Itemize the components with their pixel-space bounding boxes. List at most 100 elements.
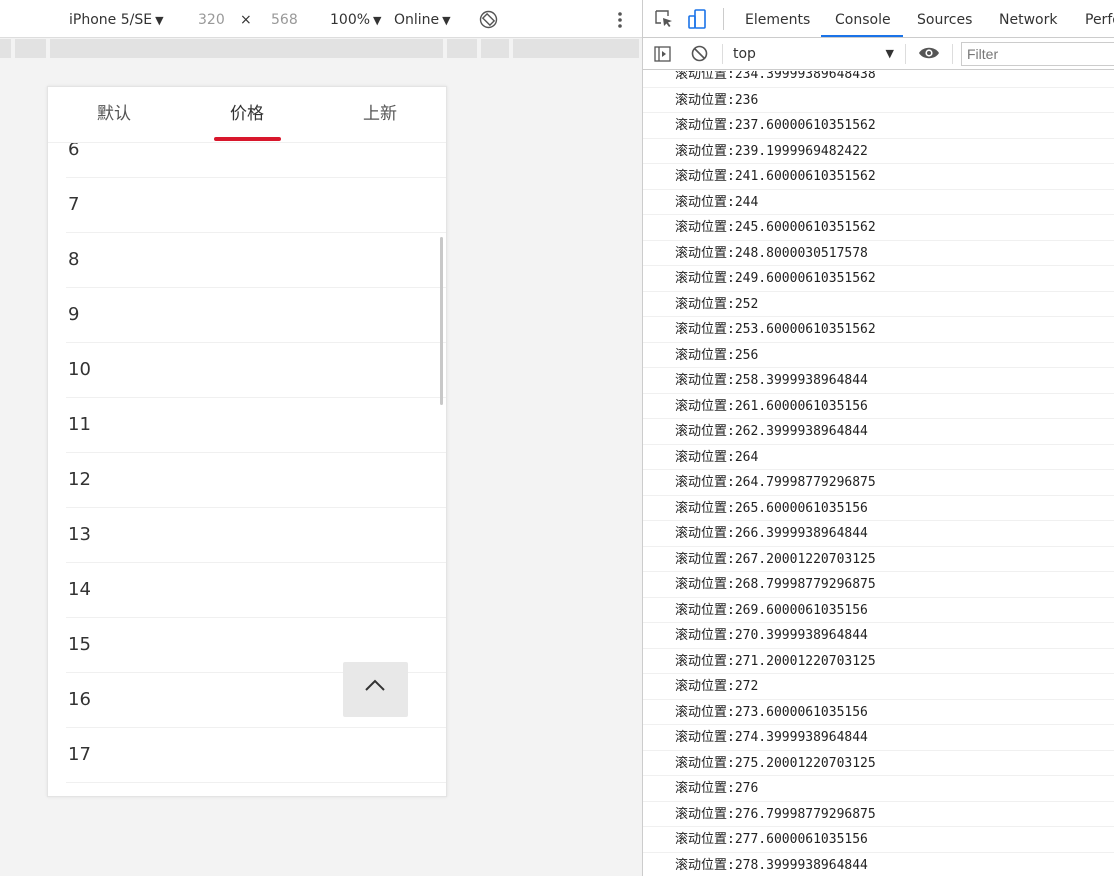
list-item-label: 17 <box>68 744 91 765</box>
console-message-text: 滚动位置:276.79998779296875 <box>675 806 876 822</box>
console-message: 滚动位置:278.3999938964844 <box>643 853 1114 876</box>
console-message: 滚动位置:264.79998779296875 <box>643 470 1114 496</box>
console-message-text: 滚动位置:236 <box>675 92 759 108</box>
console-message: 滚动位置:261.6000061035156 <box>643 394 1114 419</box>
width-input[interactable]: 320 <box>198 10 225 30</box>
list-item-label: 6 <box>68 143 80 160</box>
console-message-text: 滚动位置:268.79998779296875 <box>675 577 876 592</box>
height-input[interactable]: 568 <box>271 10 298 30</box>
back-to-top-button[interactable] <box>343 662 408 717</box>
tab-elements[interactable]: Elements <box>745 10 810 30</box>
list-item-label: 9 <box>68 304 80 325</box>
more-vert-icon[interactable] <box>611 10 629 30</box>
console-message-text: 滚动位置:270.3999938964844 <box>675 628 868 643</box>
ruler-segment[interactable] <box>50 39 443 58</box>
phone-viewport: 默认 价格 上新 6 7 8 9 10 11 12 13 14 15 16 17 <box>47 86 447 797</box>
list-item[interactable]: 17 <box>66 728 446 783</box>
console-log[interactable]: 滚动位置:234.39999389648438 滚动位置:236 滚动位置:237.… <box>643 71 1114 876</box>
console-message-text: 滚动位置:252 <box>675 296 759 312</box>
console-message: 滚动位置:276.79998779296875 <box>643 802 1114 827</box>
console-message: 滚动位置:234.39999389648438 <box>643 71 1114 88</box>
console-message-text: 滚动位置:278.3999938964844 <box>675 857 868 873</box>
list-item[interactable]: 8 <box>66 233 446 288</box>
console-message: 滚动位置:273.6000061035156 <box>643 700 1114 725</box>
tab-price[interactable]: 价格 <box>207 104 287 124</box>
list-item-label: 11 <box>68 414 91 435</box>
device-toolbar: iPhone 5/SE ▼ 320 × 568 100% ▼ Online ▼ <box>0 0 642 38</box>
zoom-value: 100% <box>330 12 371 28</box>
tab-network[interactable]: Network <box>999 10 1057 30</box>
tab-sources[interactable]: Sources <box>917 10 972 30</box>
network-value: Online <box>394 12 440 28</box>
console-message: 滚动位置:275.20001220703125 <box>643 751 1114 776</box>
console-message: 滚动位置:264 <box>643 445 1114 470</box>
list-item[interactable]: 10 <box>66 343 446 398</box>
list-item-label: 8 <box>68 249 80 270</box>
sidebar-toggle-icon[interactable] <box>654 46 671 62</box>
device-toggle-icon[interactable] <box>688 9 706 29</box>
sort-tabs: 默认 价格 上新 <box>48 87 446 143</box>
tab-default[interactable]: 默认 <box>74 104 154 124</box>
active-tab-indicator <box>214 137 281 141</box>
console-message: 滚动位置:268.79998779296875 <box>643 572 1114 598</box>
console-message: 滚动位置:239.1999969482422 <box>643 139 1114 164</box>
list-item[interactable]: 14 <box>66 563 446 618</box>
console-message: 滚动位置:276 <box>643 776 1114 802</box>
inspect-element-icon[interactable] <box>655 10 673 28</box>
console-message-text: 滚动位置:239.1999969482422 <box>675 143 868 159</box>
device-caret: ▼ <box>155 14 164 27</box>
tab-console[interactable]: Console <box>835 10 891 30</box>
console-message-text: 滚动位置:277.6000061035156 <box>675 832 868 847</box>
eye-icon[interactable] <box>918 45 940 61</box>
list-item-label: 13 <box>68 524 91 545</box>
console-message: 滚动位置:267.20001220703125 <box>643 547 1114 572</box>
media-query-ruler <box>0 39 642 59</box>
device-emulation-area: iPhone 5/SE ▼ 320 × 568 100% ▼ Online ▼ 默认 … <box>0 0 642 876</box>
console-message-text: 滚动位置:269.6000061035156 <box>675 602 868 618</box>
chevron-up-icon <box>365 679 385 691</box>
list-item[interactable]: 12 <box>66 453 446 508</box>
console-message: 滚动位置:272 <box>643 674 1114 700</box>
rotate-icon[interactable] <box>479 10 498 29</box>
list-item[interactable]: 13 <box>66 508 446 563</box>
zoom-select[interactable]: 100% ▼ <box>330 10 382 31</box>
filter-input[interactable] <box>961 42 1114 66</box>
list-item[interactable]: 7 <box>66 178 446 233</box>
ruler-segment[interactable] <box>513 39 639 58</box>
list-item-label: 12 <box>68 469 91 490</box>
devtools-panel: Elements Console Sources Network Perfo t… <box>642 0 1114 876</box>
console-message: 滚动位置:262.3999938964844 <box>643 419 1114 445</box>
console-message-text: 滚动位置:272 <box>675 679 759 694</box>
list-item[interactable]: 11 <box>66 398 446 453</box>
scrollbar-thumb[interactable] <box>440 237 443 405</box>
console-message-text: 滚动位置:264.79998779296875 <box>675 475 876 490</box>
console-message: 滚动位置:237.60000610351562 <box>643 113 1114 139</box>
network-caret: ▼ <box>442 14 451 27</box>
console-message-text: 滚动位置:244 <box>675 194 759 210</box>
active-tab-indicator <box>821 35 903 37</box>
clear-console-icon[interactable] <box>691 45 708 62</box>
console-message: 滚动位置:236 <box>643 88 1114 113</box>
console-message: 滚动位置:269.6000061035156 <box>643 598 1114 623</box>
device-name: iPhone 5/SE <box>69 12 153 28</box>
ruler-segment[interactable] <box>447 39 477 58</box>
tab-performance[interactable]: Perfo <box>1085 10 1114 30</box>
console-message: 滚动位置:245.60000610351562 <box>643 215 1114 241</box>
context-select[interactable]: top ▼ <box>727 42 900 66</box>
toolbar-divider <box>905 44 906 64</box>
console-message-text: 滚动位置:276 <box>675 781 759 796</box>
ruler-segment[interactable] <box>15 39 46 58</box>
console-message: 滚动位置:266.3999938964844 <box>643 521 1114 547</box>
ruler-segment[interactable] <box>0 39 11 58</box>
console-message: 滚动位置:241.60000610351562 <box>643 164 1114 190</box>
network-select[interactable]: Online ▼ <box>394 10 451 31</box>
list-item-label: 15 <box>68 634 91 655</box>
device-select[interactable]: iPhone 5/SE ▼ <box>69 10 164 31</box>
toolbar-divider <box>952 44 953 64</box>
list-item[interactable]: 6 <box>66 143 446 178</box>
tab-newest[interactable]: 上新 <box>340 104 420 124</box>
console-message: 滚动位置:256 <box>643 343 1114 368</box>
ruler-segment[interactable] <box>481 39 509 58</box>
console-message-text: 滚动位置:262.3999938964844 <box>675 424 868 439</box>
list-item[interactable]: 9 <box>66 288 446 343</box>
